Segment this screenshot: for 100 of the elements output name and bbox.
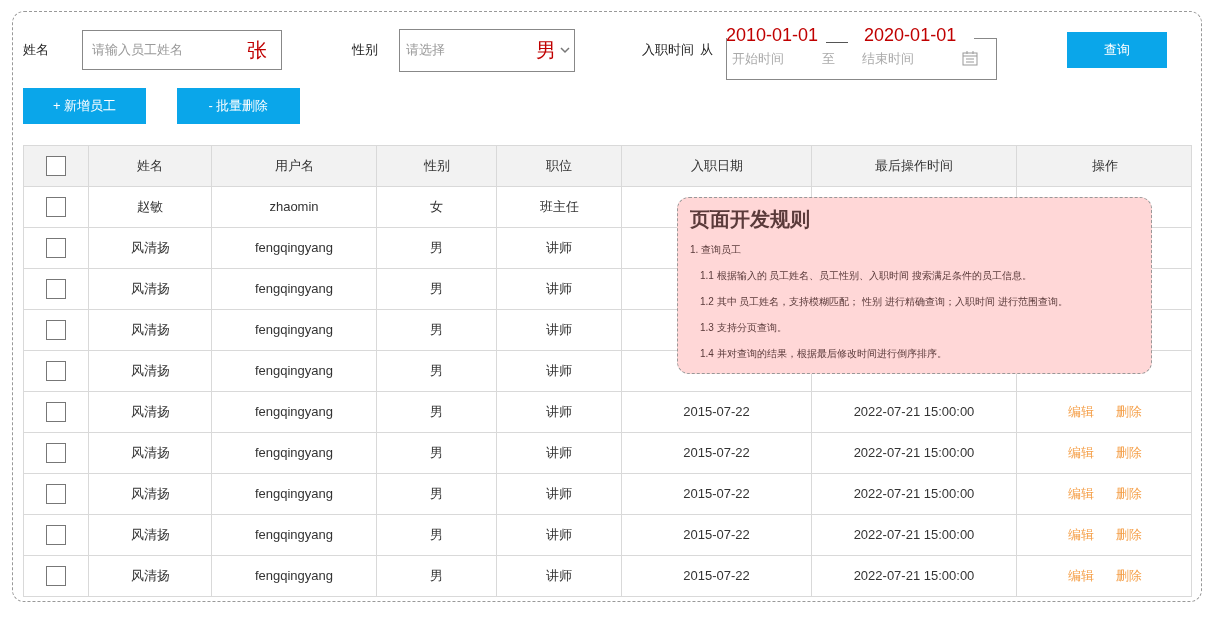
table-cell: 风清扬 [89, 392, 212, 432]
from-label: 从 [700, 41, 714, 60]
table-cell: 2015-07-22 [622, 392, 812, 432]
gender-select[interactable]: 请选择 男 [399, 28, 575, 72]
gender-label: 性别 [352, 41, 379, 60]
checkbox[interactable] [46, 279, 66, 299]
table-cell: fengqingyang [212, 515, 377, 555]
column-header: 职位 [497, 146, 622, 186]
column-header: 入职日期 [622, 146, 812, 186]
table-cell: 风清扬 [89, 269, 212, 309]
checkbox[interactable] [46, 402, 66, 422]
column-header: 最后操作时间 [812, 146, 1017, 186]
checkbox[interactable] [46, 566, 66, 586]
edit-link[interactable]: 编辑 [1067, 402, 1094, 422]
table-cell: 风清扬 [89, 474, 212, 514]
table-cell: 2015-07-22 [622, 556, 812, 596]
table-cell: 2022-07-21 15:00:00 [812, 392, 1017, 432]
column-header: 性别 [377, 146, 497, 186]
checkbox[interactable] [46, 156, 66, 176]
edit-link[interactable]: 编辑 [1067, 525, 1094, 545]
table-cell: 风清扬 [89, 515, 212, 555]
delete-link[interactable]: 删除 [1115, 484, 1142, 504]
add-employee-button[interactable]: + 新增员工 [23, 88, 146, 124]
table-cell: 男 [377, 515, 497, 555]
table-cell: 2015-07-22 [622, 433, 812, 473]
table-cell: 讲师 [497, 310, 622, 350]
batch-delete-button[interactable]: - 批量删除 [177, 88, 300, 124]
table-cell: 讲师 [497, 433, 622, 473]
checkbox[interactable] [46, 320, 66, 340]
checkbox[interactable] [46, 197, 66, 217]
table-cell: 讲师 [497, 515, 622, 555]
note-item: 1.4 并对查询的结果，根据最后修改时间进行倒序排序。 [700, 347, 947, 361]
edit-link[interactable]: 编辑 [1067, 484, 1094, 504]
checkbox[interactable] [46, 525, 66, 545]
delete-link[interactable]: 删除 [1115, 443, 1142, 463]
table-cell: 讲师 [497, 228, 622, 268]
table-cell: 男 [377, 269, 497, 309]
table-cell: fengqingyang [212, 228, 377, 268]
checkbox[interactable] [46, 443, 66, 463]
table-cell: 男 [377, 310, 497, 350]
name-input-field[interactable]: 请输入员工姓名 张 [82, 30, 282, 70]
table-cell: 讲师 [497, 474, 622, 514]
table-cell: 风清扬 [89, 228, 212, 268]
table-cell: 2022-07-21 15:00:00 [812, 556, 1017, 596]
table-cell: 2022-07-21 15:00:00 [812, 433, 1017, 473]
edit-link[interactable]: 编辑 [1067, 443, 1094, 463]
table-cell: 2015-07-22 [622, 515, 812, 555]
table-cell: fengqingyang [212, 310, 377, 350]
table-cell: 讲师 [497, 269, 622, 309]
table-cell: 班主任 [497, 187, 622, 227]
table-cell: 男 [377, 433, 497, 473]
table-cell: zhaomin [212, 187, 377, 227]
table-cell: fengqingyang [212, 474, 377, 514]
annotation-text: 男 [536, 38, 556, 63]
name-label: 姓名 [23, 41, 50, 60]
table-cell: 男 [377, 228, 497, 268]
checkbox[interactable] [46, 238, 66, 258]
table-cell: fengqingyang [212, 433, 377, 473]
calendar-icon [962, 51, 978, 66]
column-header: 操作 [1090, 157, 1119, 176]
table-cell: 讲师 [497, 392, 622, 432]
checkbox[interactable] [46, 484, 66, 504]
table-cell: 男 [377, 392, 497, 432]
edit-link[interactable]: 编辑 [1067, 566, 1094, 586]
table-cell: 男 [377, 351, 497, 391]
table-cell: 女 [377, 187, 497, 227]
table-cell: 风清扬 [89, 351, 212, 391]
delete-link[interactable]: 删除 [1115, 566, 1142, 586]
placeholder-text: 请输入员工姓名 [92, 41, 183, 60]
table-cell: fengqingyang [212, 556, 377, 596]
table-cell: 讲师 [497, 556, 622, 596]
table-cell: 讲师 [497, 351, 622, 391]
start-date-placeholder: 开始时间 [732, 49, 785, 68]
column-header: 姓名 [89, 146, 212, 186]
note-item: 1.1 根据输入的 员工姓名、员工性别、入职时间 搜索满足条件的员工信息。 [700, 269, 1033, 283]
table-cell: 2015-07-22 [622, 474, 812, 514]
table-cell: 男 [377, 556, 497, 596]
hire-date-label: 入职时间 [642, 41, 694, 60]
table-cell: 男 [377, 474, 497, 514]
column-header: 用户名 [212, 146, 377, 186]
separator-text: 至 [822, 49, 836, 68]
checkbox[interactable] [46, 361, 66, 381]
table-cell: fengqingyang [212, 392, 377, 432]
note-item: 1.3 支持分页查询。 [700, 321, 787, 335]
table-cell: 赵敏 [89, 187, 212, 227]
note-item: 1.2 其中 员工姓名，支持模糊匹配； 性别 进行精确查询；入职时间 进行范围查询。 [700, 295, 1068, 309]
search-button[interactable]: 查询 [1067, 32, 1167, 68]
delete-link[interactable]: 删除 [1115, 525, 1142, 545]
table-cell: 风清扬 [89, 433, 212, 473]
table-cell: 风清扬 [89, 310, 212, 350]
note-title: 页面开发规则 [690, 207, 810, 232]
annotation-text: 张 [247, 38, 267, 63]
table-cell: fengqingyang [212, 269, 377, 309]
table-cell: 2022-07-21 15:00:00 [812, 474, 1017, 514]
delete-link[interactable]: 删除 [1115, 402, 1142, 422]
end-date-placeholder: 结束时间 [862, 49, 915, 68]
table-cell: fengqingyang [212, 351, 377, 391]
chevron-down-icon [560, 46, 570, 54]
table-cell: 风清扬 [89, 556, 212, 596]
note-heading: 1. 查询员工 [690, 243, 742, 257]
